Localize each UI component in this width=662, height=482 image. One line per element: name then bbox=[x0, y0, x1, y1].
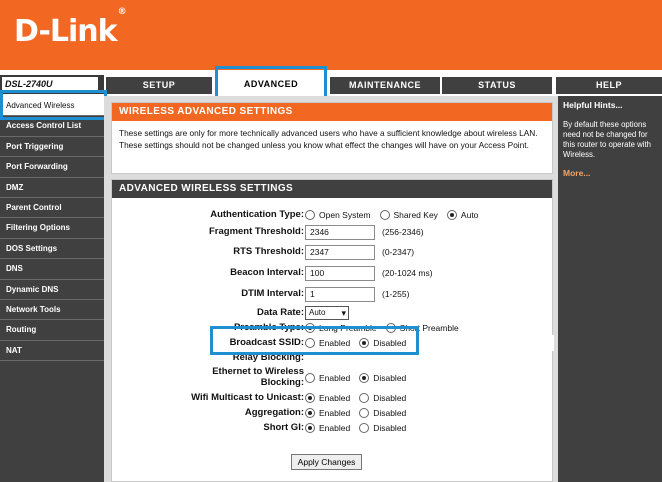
rts-threshold-input[interactable]: 2347 bbox=[305, 244, 375, 260]
short-gi-enabled-radio[interactable] bbox=[305, 423, 315, 433]
sidebar-item-dos-settings[interactable]: DOS Settings bbox=[0, 239, 104, 260]
sidebar-item-dynamic-dns[interactable]: Dynamic DNS bbox=[0, 280, 104, 300]
auth-type-row: Authentication Type: Open System Shared … bbox=[112, 207, 554, 223]
rts-threshold-label: RTS Threshold: bbox=[233, 246, 304, 257]
auth-open-system-label: Open System bbox=[319, 210, 371, 220]
multicast-enabled-label: Enabled bbox=[319, 393, 351, 403]
data-rate-row: Data Rate: Auto bbox=[112, 305, 554, 321]
multicast-enabled-radio[interactable] bbox=[305, 393, 315, 403]
settings-panel-title: ADVANCED WIRELESS SETTINGS bbox=[112, 180, 552, 198]
auth-auto-label: Auto bbox=[460, 210, 479, 220]
short-gi-disabled-radio[interactable] bbox=[359, 423, 370, 433]
short-gi-disabled-label: Disabled bbox=[373, 423, 407, 433]
fragment-threshold-row: Fragment Threshold: 2346 (256-2346) bbox=[112, 224, 554, 240]
ethernet-enabled-label: Enabled bbox=[319, 373, 351, 383]
sidebar-item-dns[interactable]: DNS bbox=[0, 259, 104, 280]
aggregation-disabled-radio[interactable] bbox=[359, 408, 370, 418]
help-text: By default these options need not be cha… bbox=[563, 120, 651, 159]
aggregation-disabled-label: Disabled bbox=[373, 408, 407, 418]
apply-changes-button[interactable]: Apply Changes bbox=[291, 454, 362, 470]
help-more-link[interactable]: More... bbox=[558, 160, 662, 186]
short-gi-label: Short GI: bbox=[263, 422, 304, 433]
sidebar-item-nat[interactable]: NAT bbox=[0, 341, 104, 362]
auth-auto-radio[interactable] bbox=[446, 210, 457, 220]
intro-panel-text: These settings are only for more technic… bbox=[119, 128, 538, 150]
preamble-type-label: Preamble Type: bbox=[233, 322, 304, 333]
ssid-enabled-label: Enabled bbox=[319, 338, 351, 348]
intro-panel-title: WIRELESS ADVANCED SETTINGS bbox=[112, 103, 552, 121]
model-badge: DSL-2740U bbox=[0, 75, 104, 94]
rts-threshold-range: (0-2347) bbox=[382, 247, 415, 257]
preamble-short-label: Short Preamble bbox=[399, 323, 459, 333]
intro-panel: WIRELESS ADVANCED SETTINGS These setting… bbox=[111, 102, 553, 174]
preamble-long-label: Long Preamble bbox=[319, 323, 377, 333]
data-rate-label: Data Rate: bbox=[257, 307, 304, 318]
ssid-disabled-label: Disabled bbox=[373, 338, 407, 348]
sidebar-item-access-control-list[interactable]: Access Control List bbox=[0, 116, 104, 137]
auth-shared-key-radio[interactable] bbox=[379, 210, 390, 220]
dtim-interval-input[interactable]: 1 bbox=[305, 286, 375, 302]
sidebar-item-filtering-options[interactable]: Filtering Options bbox=[0, 218, 104, 239]
dtim-interval-label: DTIM Interval: bbox=[241, 288, 304, 299]
tab-setup[interactable]: SETUP bbox=[104, 77, 212, 94]
auth-shared-key-label: Shared Key bbox=[393, 210, 438, 220]
broadcast-ssid-row: Broadcast SSID: Enabled Disabled bbox=[112, 335, 554, 351]
preamble-short-radio[interactable] bbox=[385, 323, 396, 333]
aggregation-enabled-label: Enabled bbox=[319, 408, 351, 418]
sidebar-item-advanced-wireless[interactable]: Advanced Wireless bbox=[0, 96, 104, 117]
fragment-threshold-input[interactable]: 2346 bbox=[305, 224, 375, 240]
short-gi-row: Short GI: Enabled Disabled bbox=[112, 420, 554, 436]
preamble-type-row: Preamble Type: Long Preamble Short Pream… bbox=[112, 320, 554, 336]
rts-threshold-row: RTS Threshold: 2347 (0-2347) bbox=[112, 244, 554, 260]
relay-blocking-row: Relay Blocking: bbox=[112, 350, 554, 366]
preamble-long-radio[interactable] bbox=[305, 323, 315, 333]
beacon-interval-range: (20-1024 ms) bbox=[382, 268, 433, 278]
aggregation-row: Aggregation: Enabled Disabled bbox=[112, 405, 554, 421]
help-panel: Helpful Hints... By default these option… bbox=[558, 94, 662, 482]
auth-type-label: Authentication Type: bbox=[210, 209, 304, 220]
multicast-disabled-label: Disabled bbox=[373, 393, 407, 403]
ethernet-blocking-label: Ethernet to Wireless Blocking: bbox=[212, 366, 304, 388]
help-title: Helpful Hints... bbox=[563, 100, 623, 110]
tab-maintenance[interactable]: MAINTENANCE bbox=[328, 77, 440, 94]
ethernet-blocking-row: Ethernet to Wireless Blocking: Enabled Di… bbox=[112, 366, 554, 388]
beacon-interval-row: Beacon Interval: 100 (20-1024 ms) bbox=[112, 265, 554, 281]
sidebar-item-network-tools[interactable]: Network Tools bbox=[0, 300, 104, 321]
beacon-interval-input[interactable]: 100 bbox=[305, 265, 375, 281]
dlink-logo: D-Link® bbox=[14, 7, 127, 49]
settings-panel: ADVANCED WIRELESS SETTINGS Authenticatio… bbox=[111, 179, 554, 482]
multicast-label: Wifi Multicast to Unicast: bbox=[191, 392, 304, 403]
multicast-disabled-radio[interactable] bbox=[359, 393, 370, 403]
ethernet-disabled-radio[interactable] bbox=[359, 373, 370, 383]
fragment-threshold-range: (256-2346) bbox=[382, 227, 424, 237]
tab-status[interactable]: STATUS bbox=[440, 77, 552, 94]
data-rate-select[interactable]: Auto bbox=[305, 306, 349, 320]
beacon-interval-label: Beacon Interval: bbox=[230, 267, 304, 278]
relay-blocking-label: Relay Blocking: bbox=[232, 352, 304, 363]
auth-open-system-radio[interactable] bbox=[305, 210, 315, 220]
header-bar: D-Link® bbox=[0, 0, 662, 70]
ssid-enabled-radio[interactable] bbox=[305, 338, 315, 348]
sidebar-item-port-forwarding[interactable]: Port Forwarding bbox=[0, 157, 104, 178]
broadcast-ssid-label: Broadcast SSID: bbox=[229, 337, 304, 348]
short-gi-enabled-label: Enabled bbox=[319, 423, 351, 433]
sidebar-item-dmz[interactable]: DMZ bbox=[0, 178, 104, 198]
sidebar-item-routing[interactable]: Routing bbox=[0, 320, 104, 341]
fragment-threshold-label: Fragment Threshold: bbox=[208, 226, 304, 237]
dtim-interval-row: DTIM Interval: 1 (1-255) bbox=[112, 286, 554, 302]
ethernet-enabled-radio[interactable] bbox=[305, 373, 315, 383]
sidebar: Advanced Wireless Access Control List Po… bbox=[0, 94, 104, 482]
sidebar-item-parent-control[interactable]: Parent Control bbox=[0, 198, 104, 219]
sidebar-item-port-triggering[interactable]: Port Triggering bbox=[0, 137, 104, 158]
ssid-disabled-radio[interactable] bbox=[359, 338, 370, 348]
tab-advanced[interactable]: ADVANCED bbox=[218, 70, 324, 98]
multicast-row: Wifi Multicast to Unicast: Enabled Disab… bbox=[112, 390, 554, 406]
ethernet-disabled-label: Disabled bbox=[373, 373, 407, 383]
tab-help[interactable]: HELP bbox=[554, 77, 662, 94]
aggregation-label: Aggregation: bbox=[244, 407, 304, 418]
aggregation-enabled-radio[interactable] bbox=[305, 408, 315, 418]
dtim-interval-range: (1-255) bbox=[382, 289, 410, 299]
